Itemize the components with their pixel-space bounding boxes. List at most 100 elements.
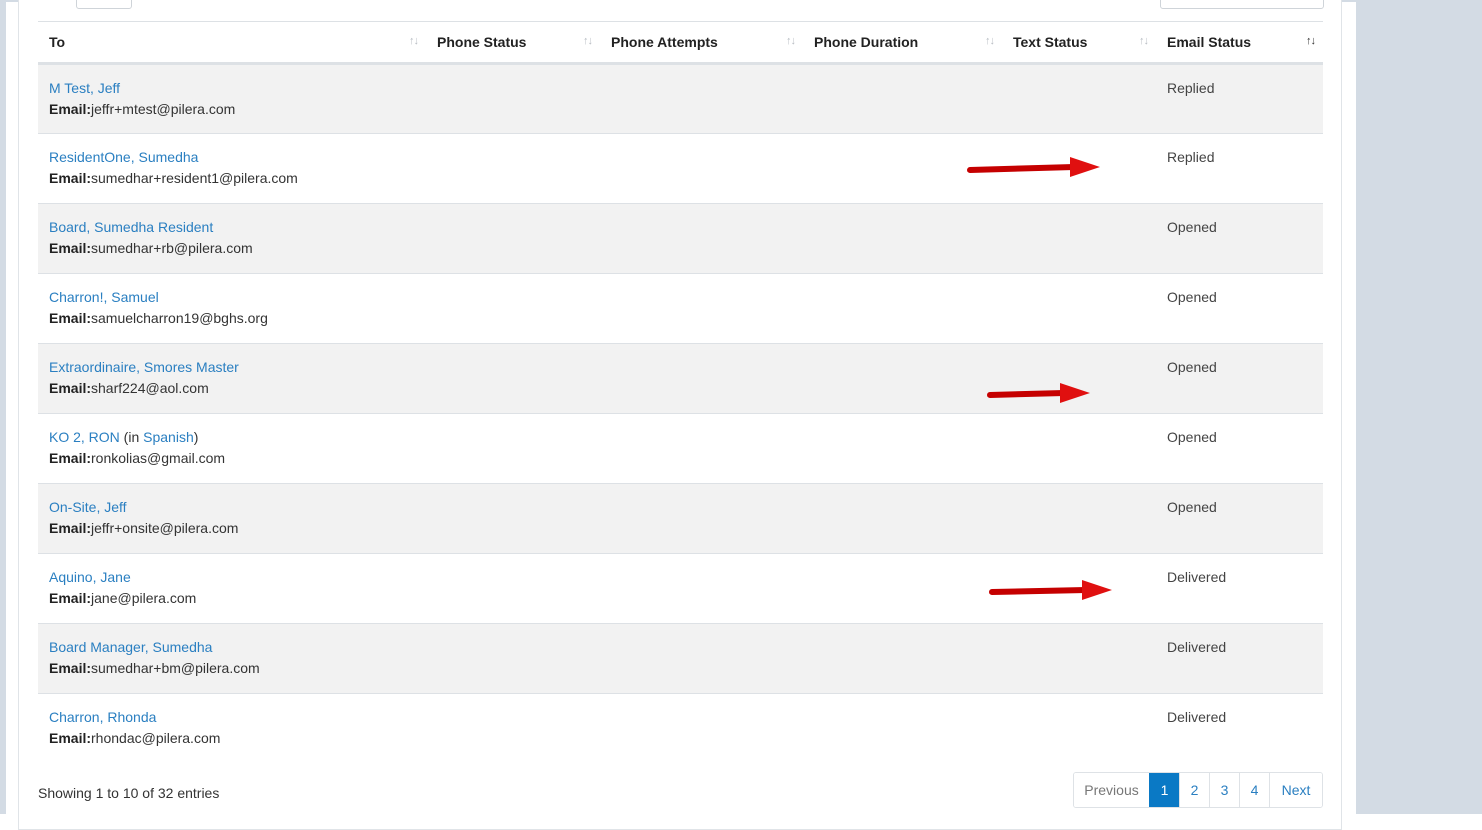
email-status-value: Opened: [1167, 359, 1217, 375]
to-cell: Charron!, Samuel Email:samuelcharron19@bg…: [38, 273, 426, 344]
email-status-cell: Delivered: [1156, 553, 1323, 624]
email-address: jeffr+mtest@pilera.com: [91, 101, 236, 117]
email-status-cell: Replied: [1156, 63, 1323, 134]
phone-attempts-cell: [600, 133, 803, 204]
email-status-cell: Delivered: [1156, 623, 1323, 694]
text-status-cell: [1002, 273, 1156, 344]
phone-attempts-cell: [600, 343, 803, 414]
email-label: Email:: [49, 170, 92, 186]
email-status-value: Replied: [1167, 149, 1215, 165]
email-status-cell: Opened: [1156, 343, 1323, 414]
text-status-cell: [1002, 413, 1156, 484]
search-input[interactable]: [1160, 0, 1324, 9]
recipient-name-link[interactable]: Board Manager, Sumedha: [49, 639, 212, 655]
phone-status-cell: [426, 63, 600, 134]
to-cell: M Test, Jeff Email:jeffr+mtest@pilera.com: [38, 63, 426, 134]
text-status-cell: [1002, 483, 1156, 554]
text-status-cell: [1002, 693, 1156, 764]
email-label: Email:: [49, 450, 92, 466]
recipient-name-link[interactable]: Charron!, Samuel: [49, 289, 159, 305]
column-header-text-status[interactable]: Text Status ↑↓: [1002, 21, 1156, 65]
recipient-name-link[interactable]: On-Site, Jeff: [49, 499, 127, 515]
phone-duration-cell: [803, 553, 1002, 624]
column-header-phone-status[interactable]: Phone Status ↑↓: [426, 21, 600, 65]
language-note-suffix: ): [193, 429, 199, 445]
email-status-value: Opened: [1167, 289, 1217, 305]
column-header-email-status[interactable]: Email Status ↑↓: [1156, 21, 1323, 65]
table-row: KO 2, RON (in Spanish) Email:ronkolias@gm…: [38, 413, 1323, 484]
language-note-prefix: (in: [119, 429, 144, 445]
column-header-phone-attempts[interactable]: Phone Attempts ↑↓: [600, 21, 803, 65]
email-address: samuelcharron19@bghs.org: [91, 310, 268, 326]
email-status-cell: Delivered: [1156, 693, 1323, 764]
email-status-value: Opened: [1167, 219, 1217, 235]
phone-status-cell: [426, 203, 600, 274]
email-status-value: Delivered: [1167, 569, 1227, 585]
email-status-value: Replied: [1167, 80, 1215, 96]
table-row: Aquino, Jane Email:jane@pilera.com Deliver…: [38, 553, 1323, 624]
email-status-cell: Opened: [1156, 413, 1323, 484]
text-status-cell: [1002, 63, 1156, 134]
sort-icon: ↑↓: [583, 35, 593, 47]
column-header-to[interactable]: To ↑↓: [38, 21, 426, 65]
email-address: sumedhar+resident1@pilera.com: [91, 170, 298, 186]
language-link[interactable]: Spanish: [143, 429, 194, 445]
email-label: Email:: [49, 101, 92, 117]
email-status-value: Opened: [1167, 499, 1217, 515]
recipient-name-link[interactable]: KO 2, RON: [49, 429, 120, 445]
left-background-strip: [0, 0, 6, 814]
email-address: sumedhar+bm@pilera.com: [91, 660, 260, 676]
table-header-row: To ↑↓ Phone Status ↑↓ Phone Attempts ↑↓ Pho…: [38, 21, 1323, 65]
phone-status-cell: [426, 133, 600, 204]
email-label: Email:: [49, 590, 92, 606]
recipient-name-link[interactable]: ResidentOne, Sumedha: [49, 149, 198, 165]
email-label: Email:: [49, 240, 92, 256]
phone-status-cell: [426, 693, 600, 764]
recipient-name-link[interactable]: Aquino, Jane: [49, 569, 131, 585]
phone-duration-cell: [803, 63, 1002, 134]
table-row: M Test, Jeff Email:jeffr+mtest@pilera.com…: [38, 63, 1323, 134]
recipient-name-link[interactable]: M Test, Jeff: [49, 80, 120, 96]
column-header-phone-duration[interactable]: Phone Duration ↑↓: [803, 21, 1002, 65]
annotation-arrow-icon: [989, 580, 1112, 600]
page-4-button[interactable]: 4: [1239, 773, 1269, 807]
page-1-button[interactable]: 1: [1149, 773, 1179, 807]
to-cell: Board, Sumedha Resident Email:sumedhar+rb…: [38, 203, 426, 274]
next-page-button[interactable]: Next: [1269, 773, 1322, 807]
recipient-name-link[interactable]: Board, Sumedha Resident: [49, 219, 213, 235]
phone-attempts-cell: [600, 63, 803, 134]
table-row: Charron!, Samuel Email:samuelcharron19@bg…: [38, 273, 1323, 344]
phone-duration-cell: [803, 693, 1002, 764]
email-label: Email:: [49, 380, 92, 396]
phone-attempts-cell: [600, 483, 803, 554]
phone-duration-cell: [803, 203, 1002, 274]
phone-status-cell: [426, 553, 600, 624]
phone-status-cell: [426, 623, 600, 694]
email-status-cell: Opened: [1156, 203, 1323, 274]
to-cell: On-Site, Jeff Email:jeffr+onsite@pilera.c…: [38, 483, 426, 554]
email-status-cell: Opened: [1156, 483, 1323, 554]
phone-attempts-cell: [600, 203, 803, 274]
phone-duration-cell: [803, 623, 1002, 694]
annotation-arrow-icon: [967, 157, 1100, 177]
sort-icon: ↑↓: [786, 35, 796, 47]
page-length-select[interactable]: [76, 0, 132, 9]
email-label: Email:: [49, 730, 92, 746]
email-status-value: Opened: [1167, 429, 1217, 445]
phone-attempts-cell: [600, 623, 803, 694]
email-label: Email:: [49, 660, 92, 676]
phone-duration-cell: [803, 343, 1002, 414]
sort-icon: ↑↓: [409, 35, 419, 47]
email-status-cell: Opened: [1156, 273, 1323, 344]
previous-page-button[interactable]: Previous: [1074, 773, 1149, 807]
page-2-button[interactable]: 2: [1179, 773, 1209, 807]
to-cell: Aquino, Jane Email:jane@pilera.com: [38, 553, 426, 624]
table-info: Showing 1 to 10 of 32 entries: [38, 785, 220, 801]
recipient-name-link[interactable]: Charron, Rhonda: [49, 709, 156, 725]
phone-attempts-cell: [600, 273, 803, 344]
page-3-button[interactable]: 3: [1209, 773, 1239, 807]
recipient-name-link[interactable]: Extraordinaire, Smores Master: [49, 359, 239, 375]
phone-status-cell: [426, 413, 600, 484]
text-status-cell: [1002, 623, 1156, 694]
to-cell: ResidentOne, Sumedha Email:sumedhar+resid…: [38, 133, 426, 204]
